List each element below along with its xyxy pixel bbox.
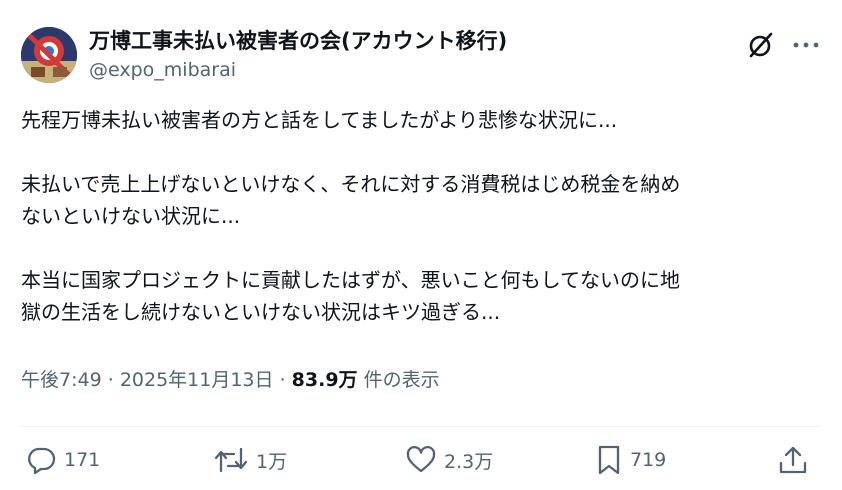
meta-separator: · (107, 369, 114, 391)
post-time[interactable]: 午後7:49 (21, 369, 102, 391)
like-button[interactable]: 2.3万 (404, 442, 493, 478)
divider (21, 426, 821, 427)
grok-icon[interactable] (746, 30, 776, 60)
tweet-line: ないといけない状況に... (21, 204, 241, 228)
views-count: 83.9万 (291, 369, 358, 391)
views-label: 件の表示 (363, 369, 440, 391)
tweet-line: 獄の生活をし続けないといけない状況はキツ過ぎる... (21, 300, 501, 324)
bookmark-count: 719 (630, 449, 667, 471)
tweet-meta: 午後7:49 · 2025年11月13日 · 83.9万 件の表示 (21, 366, 440, 394)
tweet-line: 未払いで売上上げないといけなく、それに対する消費税はじめ税金を納め (21, 172, 681, 196)
display-name[interactable]: 万博工事未払い被害者の会(アカウント移行) (89, 27, 507, 55)
share-button[interactable] (775, 442, 811, 478)
user-handle[interactable]: @expo_mibarai (89, 57, 236, 83)
bookmark-button[interactable]: 719 (594, 442, 666, 478)
share-icon (775, 443, 811, 477)
bookmark-icon (594, 443, 624, 477)
avatar[interactable] (21, 27, 77, 83)
heart-icon (404, 443, 438, 477)
tweet-card: 万博工事未払い被害者の会(アカウント移行) @expo_mibarai 先程万博… (0, 0, 842, 490)
more-icon[interactable] (789, 30, 823, 60)
meta-separator: · (279, 369, 286, 391)
reply-count: 171 (64, 449, 101, 471)
reply-icon (24, 443, 58, 477)
tweet-line: 本当に国家プロジェクトに貢献したはずが、悪いこと何もしてないのに地 (21, 268, 680, 292)
retweet-icon (212, 443, 250, 477)
retweet-button[interactable]: 1万 (212, 442, 287, 478)
retweet-count: 1万 (256, 450, 288, 473)
tweet-line: 先程万博未払い被害者の方と話をしてましたがより悲惨な状況に... (21, 108, 618, 132)
tweet-text: 先程万博未払い被害者の方と話をしてましたがより悲惨な状況に... 未払いで売上上… (21, 104, 821, 328)
reply-button[interactable]: 171 (24, 442, 100, 478)
like-count: 2.3万 (444, 450, 494, 473)
post-date[interactable]: 2025年11月13日 (120, 369, 274, 391)
